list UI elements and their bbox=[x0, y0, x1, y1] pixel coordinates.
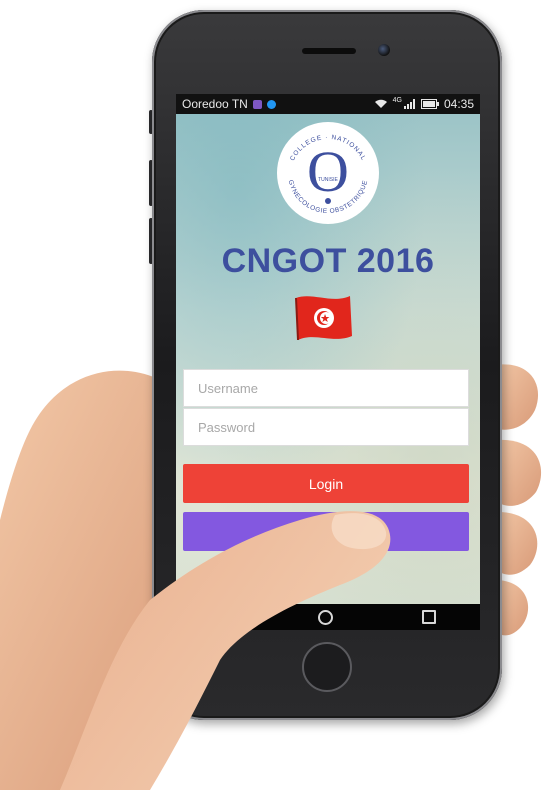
earpiece-speaker bbox=[302, 48, 356, 54]
signal-icon bbox=[403, 99, 415, 109]
logo-letter: O bbox=[307, 139, 349, 204]
android-nav-bar bbox=[176, 604, 480, 630]
logo-inner-text: TUNISIE bbox=[318, 177, 338, 183]
login-screen: COLLEGE · NATIONAL GYNECOLOGIE OBSTETRIQ… bbox=[176, 114, 480, 604]
home-button bbox=[302, 642, 352, 692]
carrier-name: Ooredoo TN bbox=[182, 97, 248, 111]
phone-screen: Ooredoo TN 4G 04:35 COLLEGE · NATIONAL G… bbox=[176, 94, 480, 630]
password-placeholder: Password bbox=[198, 419, 256, 435]
battery-icon bbox=[420, 99, 439, 109]
network-type: 4G bbox=[392, 97, 402, 104]
username-placeholder: Username bbox=[198, 380, 258, 396]
back-icon[interactable] bbox=[220, 611, 231, 623]
messenger-notification-icon bbox=[266, 99, 276, 109]
status-bar: Ooredoo TN 4G 04:35 bbox=[176, 94, 480, 114]
tunisia-flag-icon bbox=[295, 296, 352, 341]
home-icon[interactable] bbox=[318, 609, 334, 625]
password-input[interactable]: Password bbox=[183, 408, 469, 446]
login-button-label: Login bbox=[308, 475, 344, 492]
secondary-button[interactable] bbox=[183, 512, 469, 551]
viber-notification-icon bbox=[252, 99, 262, 109]
app-title: CNGOT 2016 bbox=[221, 242, 435, 280]
clock: 04:35 bbox=[443, 97, 474, 111]
front-camera bbox=[378, 44, 390, 56]
recent-apps-icon[interactable] bbox=[421, 610, 436, 624]
wifi-icon bbox=[374, 99, 387, 108]
college-national-logo: COLLEGE · NATIONAL GYNECOLOGIE OBSTETRIQ… bbox=[277, 122, 379, 224]
login-button[interactable]: Login bbox=[183, 464, 469, 503]
username-input[interactable]: Username bbox=[183, 369, 469, 407]
